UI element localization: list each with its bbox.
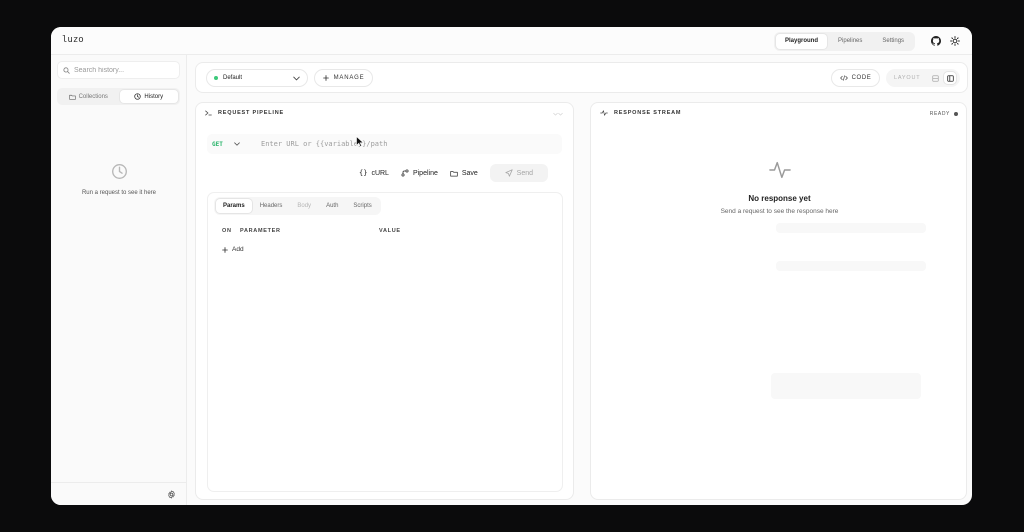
column-parameter: PARAMETER <box>240 228 281 234</box>
send-label: Send <box>516 169 534 177</box>
plus-icon <box>222 246 228 253</box>
send-button[interactable]: Send <box>489 164 548 182</box>
nav-pipelines[interactable]: Pipelines <box>829 34 871 49</box>
layout-stacked-button[interactable] <box>929 72 941 84</box>
workspace-toolbar: Default MANAGE CODE LAYOUT <box>195 62 968 93</box>
braces-icon: {} <box>359 169 368 177</box>
terminal-icon <box>205 110 212 116</box>
tab-body[interactable]: Body <box>290 199 318 213</box>
history-search-input[interactable] <box>74 66 174 74</box>
code-label: CODE <box>851 75 872 81</box>
tab-collections[interactable]: Collections <box>59 90 118 103</box>
response-panel-header: RESPONSE STREAM <box>600 110 681 116</box>
app-window: luzo Playground Pipelines Settings Searc… <box>51 27 972 505</box>
request-panel: REQUEST PIPELINE GET {} cURL <box>195 102 574 500</box>
request-panel-header: REQUEST PIPELINE <box>205 110 284 116</box>
layout-toggle: LAYOUT <box>886 69 960 87</box>
activity-icon <box>768 161 791 179</box>
curl-label: cURL <box>371 169 389 177</box>
save-label: Save <box>461 169 478 177</box>
response-empty-title: No response yet <box>748 194 811 203</box>
pipeline-icon <box>401 169 409 177</box>
request-editor: Params Headers Body Auth Scripts ON PARA… <box>207 192 563 492</box>
nav-settings[interactable]: Settings <box>873 34 913 49</box>
url-bar: GET <box>207 134 562 154</box>
curl-button[interactable]: {} cURL <box>353 164 395 182</box>
sun-icon[interactable] <box>950 36 960 46</box>
ghost-placeholder <box>776 261 926 271</box>
chevron-down-icon <box>234 142 240 146</box>
manage-environments-button[interactable]: MANAGE <box>314 69 373 87</box>
method-select[interactable]: GET <box>207 141 251 148</box>
url-input[interactable] <box>251 140 562 148</box>
folder-icon <box>450 170 458 177</box>
column-value: VALUE <box>379 228 401 234</box>
history-empty-message: Run a request to see it here <box>81 190 157 196</box>
layout-columns-icon <box>946 74 954 82</box>
code-icon <box>839 75 848 81</box>
sidebar-tabs: Collections History <box>57 88 180 105</box>
sidebar-footer <box>51 482 187 505</box>
request-tabs: Params Headers Body Auth Scripts <box>214 197 381 215</box>
tab-params[interactable]: Params <box>216 199 252 213</box>
manage-label: MANAGE <box>333 75 365 81</box>
ghost-placeholder <box>771 373 921 399</box>
response-empty-state: No response yet Send a request to see th… <box>591 160 968 215</box>
environment-name: Default <box>223 75 243 81</box>
history-search <box>57 61 180 79</box>
plus-icon <box>322 75 329 81</box>
tab-collections-label: Collections <box>78 93 108 100</box>
folder-icon <box>68 94 76 100</box>
history-sidebar: Collections History Run a request to see… <box>51 55 187 505</box>
add-param-button[interactable]: Add <box>222 246 244 253</box>
chevron-down-icon <box>293 76 300 81</box>
add-label: Add <box>232 246 244 253</box>
response-panel: RESPONSE STREAM READY No response yet Se… <box>590 102 967 500</box>
method-label: GET <box>212 140 223 148</box>
tab-headers[interactable]: Headers <box>253 199 290 213</box>
save-button[interactable]: Save <box>444 164 484 182</box>
nav-playground[interactable]: Playground <box>776 34 828 49</box>
layout-rows-icon <box>931 74 939 82</box>
activity-icon <box>600 110 608 116</box>
response-empty-subtitle: Send a request to see the response here <box>720 208 839 215</box>
column-on: ON <box>222 228 232 234</box>
mouse-cursor-icon <box>356 136 364 147</box>
code-button[interactable]: CODE <box>831 69 880 87</box>
response-status-label: READY <box>929 111 950 117</box>
tab-history-label: History <box>144 93 164 100</box>
layout-label: LAYOUT <box>894 75 921 81</box>
tab-history[interactable]: History <box>119 90 178 103</box>
tab-auth[interactable]: Auth <box>319 199 345 213</box>
environment-select[interactable]: Default <box>206 69 308 87</box>
search-icon <box>63 66 70 74</box>
history-empty-state: Run a request to see it here <box>51 163 187 196</box>
response-panel-title: RESPONSE STREAM <box>614 110 682 116</box>
clock-icon <box>111 164 127 179</box>
clock-icon <box>134 93 142 100</box>
ghost-placeholder <box>776 223 926 233</box>
top-bar: luzo Playground Pipelines Settings <box>51 27 972 55</box>
pipeline-button[interactable]: Pipeline <box>395 164 444 182</box>
request-panel-title: REQUEST PIPELINE <box>218 110 284 116</box>
tab-scripts[interactable]: Scripts <box>346 199 378 213</box>
layout-split-button[interactable] <box>944 72 956 84</box>
pipeline-label: Pipeline <box>412 169 438 177</box>
request-actions: {} cURL Pipeline Save Send <box>353 164 548 182</box>
response-status: READY <box>930 111 958 117</box>
gear-icon[interactable] <box>167 490 176 499</box>
status-dot <box>954 112 958 116</box>
github-icon[interactable] <box>931 36 941 46</box>
environment-status-dot <box>214 76 218 80</box>
brand-logo[interactable]: luzo <box>62 35 84 45</box>
collapse-icon[interactable] <box>553 112 563 117</box>
main-nav: Playground Pipelines Settings <box>774 32 916 51</box>
send-icon <box>505 169 513 177</box>
